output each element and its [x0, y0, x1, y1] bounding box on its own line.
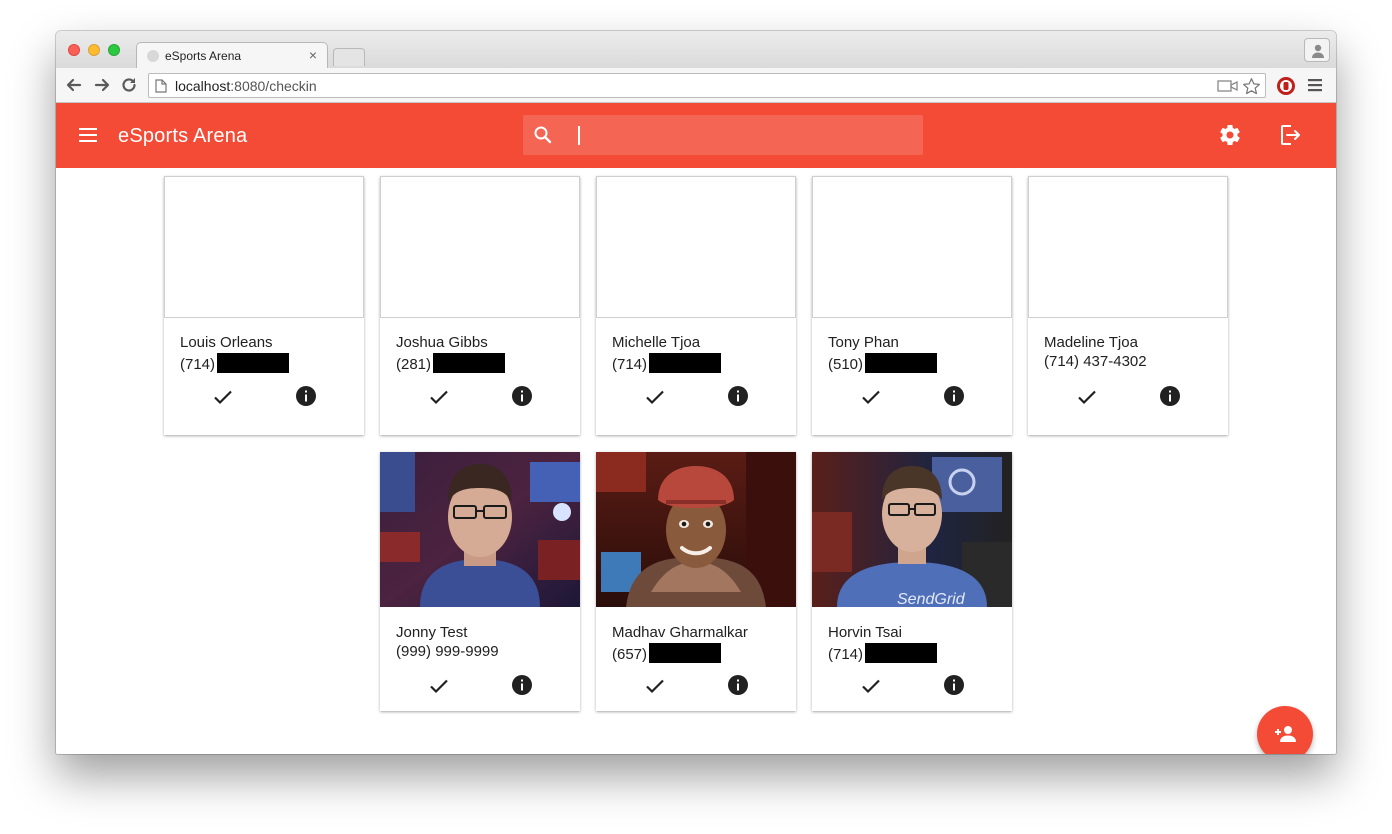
bookmark-star-icon[interactable] [1242, 77, 1261, 96]
browser-tab[interactable]: eSports Arena × [136, 42, 328, 69]
check-icon[interactable] [643, 385, 667, 409]
attendee-phone: (657) [612, 643, 722, 663]
attendee-name: Tony Phan [828, 334, 899, 351]
profile-button[interactable] [1304, 38, 1330, 62]
add-person-icon [1275, 726, 1296, 742]
attendee-photo-image: SendGrid [812, 452, 1012, 607]
check-icon[interactable] [211, 385, 235, 409]
attendee-card: Michelle Tjoa (714) [596, 176, 796, 435]
new-tab-button[interactable] [333, 48, 365, 66]
menu-icon[interactable] [78, 125, 98, 145]
browser-window: eSports Arena × localhost:8080/checkin e… [56, 31, 1336, 754]
attendee-photo-placeholder [1028, 176, 1228, 318]
attendee-name: Louis Orleans [180, 334, 273, 351]
redaction-bar [649, 353, 722, 373]
attendee-name: Horvin Tsai [828, 624, 902, 641]
close-window-button[interactable] [68, 44, 80, 56]
attendee-name: Michelle Tjoa [612, 334, 701, 351]
check-icon[interactable] [859, 674, 883, 698]
tab-title: eSports Arena [165, 49, 242, 63]
browser-menu-icon[interactable] [1308, 78, 1322, 92]
redaction-bar [217, 353, 290, 373]
check-icon[interactable] [859, 385, 883, 409]
info-icon[interactable] [727, 385, 749, 407]
attendee-card: Madhav Gharmalkar (657) [596, 452, 796, 711]
attendee-card: SendGrid Horvin Tsai (714) [812, 452, 1012, 711]
attendee-name: Joshua Gibbs [396, 334, 488, 351]
attendee-phone: (999) 999-9999 [396, 643, 499, 660]
tab-close-icon[interactable]: × [309, 47, 317, 63]
text-cursor [578, 126, 580, 145]
check-icon[interactable] [427, 674, 451, 698]
checkin-grid: Louis Orleans (714) Joshua Gibbs (281) M… [56, 168, 1336, 754]
info-icon[interactable] [511, 385, 533, 407]
attendee-card: Madeline Tjoa (714) 437-4302 [1028, 176, 1228, 435]
attendee-card: Louis Orleans (714) [164, 176, 364, 435]
url-text: localhost:8080/checkin [175, 78, 317, 94]
attendee-photo [380, 452, 580, 607]
tab-favicon-icon [147, 50, 159, 62]
app-bar: eSports Arena [56, 103, 1336, 168]
attendee-phone: (714) [180, 353, 290, 373]
attendee-photo-image [596, 452, 796, 607]
browser-titlebar: eSports Arena × [56, 31, 1336, 69]
maximize-window-button[interactable] [108, 44, 120, 56]
app-title: eSports Arena [118, 125, 248, 147]
reload-icon[interactable] [119, 75, 139, 95]
attendee-photo-placeholder [596, 176, 796, 318]
person-icon [1312, 44, 1324, 58]
attendee-name: Jonny Test [396, 624, 468, 641]
redaction-bar [433, 353, 506, 373]
attendee-phone: (714) 437-4302 [1044, 353, 1147, 370]
back-icon[interactable] [64, 75, 84, 95]
attendee-photo [596, 452, 796, 607]
attendee-card: Jonny Test (999) 999-9999 [380, 452, 580, 711]
check-icon[interactable] [427, 385, 451, 409]
search-input[interactable] [575, 123, 905, 147]
shirt-logo-text: SendGrid [897, 591, 966, 607]
forward-icon[interactable] [92, 75, 112, 95]
redaction-bar [865, 643, 938, 663]
attendee-phone: (281) [396, 353, 506, 373]
attendee-phone: (714) [612, 353, 722, 373]
browser-toolbar: localhost:8080/checkin [56, 68, 1336, 103]
info-icon[interactable] [943, 674, 965, 696]
camera-icon[interactable] [1217, 79, 1239, 93]
info-icon[interactable] [727, 674, 749, 696]
minimize-window-button[interactable] [88, 44, 100, 56]
page-icon [155, 79, 167, 93]
attendee-phone: (714) [828, 643, 938, 663]
attendee-name: Madhav Gharmalkar [612, 624, 748, 641]
info-icon[interactable] [295, 385, 317, 407]
attendee-name: Madeline Tjoa [1044, 334, 1138, 351]
attendee-card: Tony Phan (510) [812, 176, 1012, 435]
attendee-photo-placeholder [164, 176, 364, 318]
info-icon[interactable] [1159, 385, 1181, 407]
check-icon[interactable] [643, 674, 667, 698]
attendee-phone: (510) [828, 353, 938, 373]
address-bar[interactable]: localhost:8080/checkin [148, 73, 1266, 98]
ublock-icon[interactable] [1276, 76, 1296, 96]
gear-icon[interactable] [1218, 123, 1242, 147]
attendee-photo: SendGrid [812, 452, 1012, 607]
logout-icon[interactable] [1278, 123, 1302, 147]
info-icon[interactable] [943, 385, 965, 407]
attendee-photo-image [380, 452, 580, 607]
attendee-photo-placeholder [812, 176, 1012, 318]
attendee-card: Joshua Gibbs (281) [380, 176, 580, 435]
info-icon[interactable] [511, 674, 533, 696]
check-icon[interactable] [1075, 385, 1099, 409]
add-attendee-button[interactable] [1257, 706, 1313, 754]
search-box[interactable] [523, 115, 923, 155]
redaction-bar [649, 643, 722, 663]
attendee-photo-placeholder [380, 176, 580, 318]
search-icon [534, 126, 552, 144]
redaction-bar [865, 353, 938, 373]
